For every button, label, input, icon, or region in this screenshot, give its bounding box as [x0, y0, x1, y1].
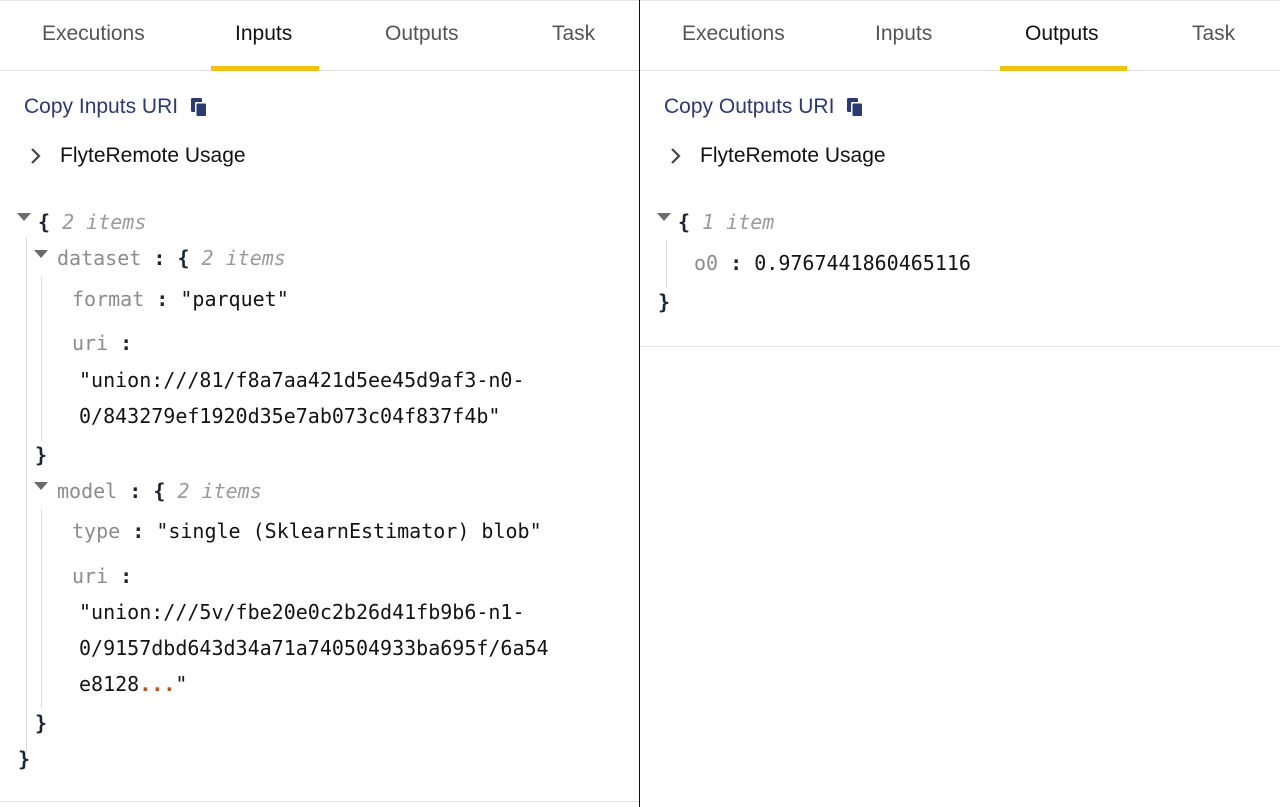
json-format-row: format : "parquet" — [72, 287, 289, 311]
json-model-uri-value-2: 0/9157dbd643d34a71a740504933ba695f/6a54 — [79, 636, 549, 660]
divider-line — [640, 346, 1280, 347]
inputs-json-viewer: { 2 items dataset : { 2 items format : "… — [0, 0, 639, 807]
caret-down-icon[interactable] — [34, 250, 48, 258]
inputs-panel: Executions Inputs Outputs Task Copy Inpu… — [0, 0, 640, 807]
json-root-close: } — [18, 747, 31, 771]
json-model-uri-value-3: e8128..." — [79, 672, 188, 696]
indent-guide — [41, 509, 42, 709]
json-root-open: { 2 items — [38, 210, 147, 234]
outputs-panel: Executions Inputs Outputs Task Copy Outp… — [640, 0, 1280, 807]
json-model-uri-key: uri : — [72, 564, 133, 588]
json-root-count: 1 item — [702, 210, 775, 234]
json-model-close: } — [35, 711, 48, 735]
json-dataset-row: dataset : { 2 items — [57, 246, 286, 270]
json-root-close: } — [658, 290, 671, 314]
indent-guide — [41, 276, 42, 441]
json-dataset-uri-key: uri : — [72, 331, 133, 355]
json-o0-row: o0 : 0.9767441860465116 — [694, 251, 971, 275]
divider-line — [0, 801, 640, 802]
json-dataset-close: } — [35, 443, 48, 467]
expand-ellipsis[interactable]: ... — [139, 672, 175, 696]
indent-guide — [666, 240, 667, 288]
json-root-count: 2 items — [62, 210, 147, 234]
indent-guide — [26, 238, 27, 753]
json-dataset-uri-value-1: "union:///81/f8a7aa421d5ee45d9af3-n0- — [79, 368, 525, 392]
outputs-json-viewer: { 1 item o0 : 0.9767441860465116 } — [640, 0, 1280, 340]
json-model-uri-value-1: "union:///5v/fbe20e0c2b26d41fb9b6-n1- — [79, 600, 525, 624]
json-dataset-uri-value-2: 0/843279ef1920d35e7ab073c04f837f4b" — [79, 404, 501, 428]
json-root-open: { 1 item — [678, 210, 775, 234]
json-model-row: model : { 2 items — [57, 479, 262, 503]
caret-down-icon[interactable] — [17, 213, 31, 221]
json-type-row: type : "single (SklearnEstimator) blob" — [72, 519, 542, 543]
caret-down-icon[interactable] — [657, 213, 671, 221]
caret-down-icon[interactable] — [34, 482, 48, 490]
